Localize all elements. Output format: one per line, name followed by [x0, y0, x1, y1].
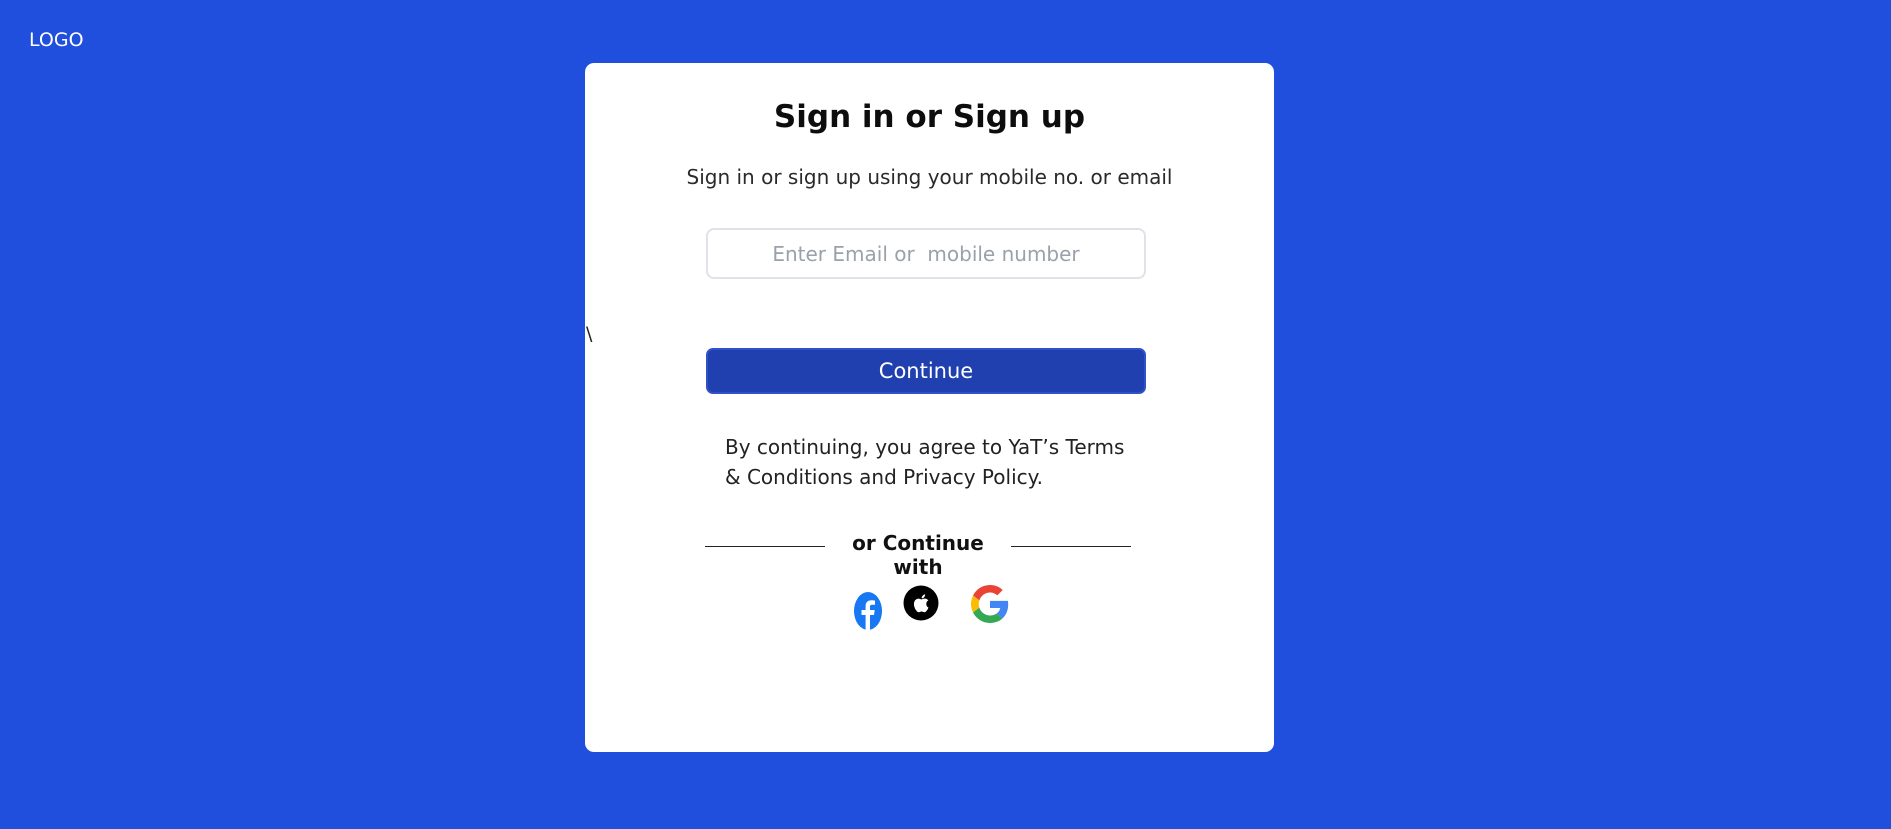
google-icon[interactable]: [971, 585, 1009, 623]
sign-in-card: Sign in or Sign up Sign in or sign up us…: [585, 63, 1274, 752]
divider-line-right: [1011, 546, 1131, 547]
email-or-mobile-input[interactable]: [706, 228, 1146, 279]
apple-icon[interactable]: [903, 585, 939, 621]
logo: LOGO: [29, 29, 84, 51]
continue-with-label: or Continue with: [852, 531, 984, 579]
terms-text: By continuing, you agree to YaT’s Terms …: [725, 435, 1125, 489]
page-title: Sign in or Sign up: [773, 99, 1086, 135]
divider-line-left: [705, 546, 825, 547]
facebook-icon[interactable]: [853, 591, 883, 631]
stray-backslash-text: \: [586, 323, 593, 345]
subtitle: Sign in or sign up using your mobile no.…: [686, 165, 1173, 189]
continue-button[interactable]: Continue: [706, 348, 1146, 394]
